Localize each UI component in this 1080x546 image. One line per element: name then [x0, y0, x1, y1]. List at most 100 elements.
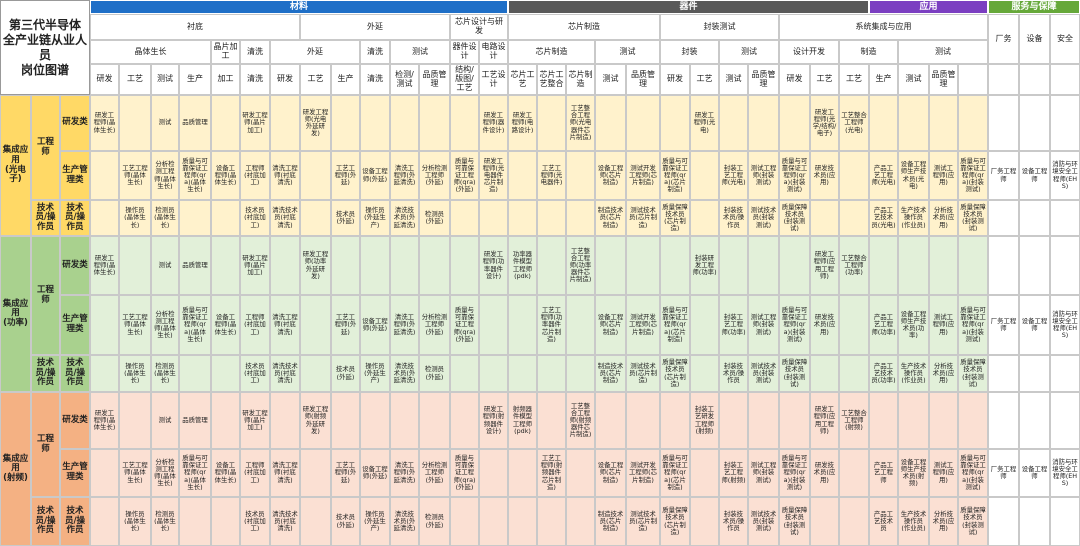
header-column: 工艺 [300, 64, 331, 95]
role-cell: 技术员(衬底加工) [240, 497, 270, 546]
role-cell: 设备工程师生产技术员(功率) [898, 295, 929, 355]
role-cell: 测试开发工程师(芯片制造) [626, 449, 660, 497]
role-cell [537, 236, 566, 295]
role-cell: 技术员(衬底加工) [240, 200, 270, 236]
service-cell [988, 95, 1019, 151]
role-cell [331, 236, 360, 295]
header-subsection: 制造 [839, 40, 898, 64]
service-cell [1050, 236, 1080, 295]
service-header: 设备 [1019, 14, 1050, 64]
row-category: 研发类 [60, 95, 90, 151]
role-cell [90, 497, 119, 546]
role-cell [90, 449, 119, 497]
role-cell [869, 236, 898, 295]
role-cell: 工艺工程师(功率器件芯片制造) [537, 295, 566, 355]
role-cell: 封装技术员/操作员 [719, 200, 748, 236]
role-cell: 研发工程师(应用工程师) [810, 392, 839, 449]
role-cell: 操作员(晶体生长) [119, 355, 151, 392]
role-cell: 分析检测工程师(外延) [419, 151, 450, 200]
header-subsection: 芯片制造 [508, 40, 595, 64]
role-cell: 制造技术员(芯片制造) [595, 200, 626, 236]
header-column: 工艺 [839, 64, 869, 95]
role-cell [390, 95, 419, 151]
engineer-label: 工程师 [31, 392, 60, 497]
category-band: 应用 [869, 0, 988, 14]
role-cell: 研发工程师(功率外延研发) [300, 236, 331, 295]
role-cell: 分析检测工程师(外延) [419, 449, 450, 497]
role-cell: 研发工程师(晶体生长) [90, 392, 119, 449]
role-cell: 测试技术员(封装测试) [748, 497, 779, 546]
role-cell [360, 95, 390, 151]
role-cell [719, 236, 748, 295]
role-cell [626, 95, 660, 151]
header-column: 生产 [331, 64, 360, 95]
role-cell: 功率器件模型工程师(pdk) [508, 236, 537, 295]
role-cell: 工艺整合工程师(射频) [839, 392, 869, 449]
service-cell [1050, 95, 1080, 151]
row-category: 研发类 [60, 392, 90, 449]
role-cell: 清洗工程师(衬底清洗) [270, 449, 300, 497]
row-category: 技术员/操作员 [60, 200, 90, 236]
tech-label: 技术员/操作员 [31, 355, 60, 392]
role-cell [719, 392, 748, 449]
zone-label: 集成应用 (光电子) [0, 95, 31, 236]
role-cell [929, 95, 958, 151]
header-section: 系统集成与应用 [779, 14, 988, 40]
role-cell: 产品工艺工程师(光电) [869, 151, 898, 200]
role-cell: 设备工程师(晶体生长) [211, 449, 240, 497]
header-column: 测试 [151, 64, 179, 95]
role-cell: 工艺工程师(外延) [331, 449, 360, 497]
service-cell: 厂务工程师 [988, 151, 1019, 200]
role-cell: 工艺工程师(外延) [331, 151, 360, 200]
role-cell: 技术员(外延) [331, 200, 360, 236]
role-cell [331, 392, 360, 449]
role-cell [479, 200, 508, 236]
header-column: 研发 [270, 64, 300, 95]
role-cell: 制造技术员(芯片制造) [595, 355, 626, 392]
role-cell: 质量保障技术员(封装测试) [958, 355, 988, 392]
header-column: 检测/测试 [390, 64, 419, 95]
role-cell: 技术员(衬底加工) [240, 355, 270, 392]
role-cell: 封装工艺工程师(功率) [719, 295, 748, 355]
role-cell [300, 151, 331, 200]
role-cell: 产品工艺工程师(功率) [869, 295, 898, 355]
role-cell: 研发工程师(光电器件芯片制造) [479, 151, 508, 200]
header-subsection: 设计开发 [779, 40, 839, 64]
role-cell: 工艺整合工程师(光电) [839, 95, 869, 151]
role-cell [566, 497, 595, 546]
role-cell [119, 236, 151, 295]
role-cell: 封装工艺工程师(射频) [719, 449, 748, 497]
category-band: 器件 [508, 0, 869, 14]
role-cell: 清洗技术员(外延清洗) [390, 355, 419, 392]
role-cell: 工艺整合工程师(功率器件芯片制造) [566, 236, 595, 295]
role-cell: 工艺工程师(晶体生长) [119, 151, 151, 200]
role-cell [331, 95, 360, 151]
role-cell [537, 392, 566, 449]
role-cell: 测试 [151, 95, 179, 151]
role-cell: 设备工程师(外延) [360, 295, 390, 355]
role-cell: 操作员(外延生产) [360, 200, 390, 236]
role-cell [360, 236, 390, 295]
service-cell: 设备工程师 [1019, 449, 1050, 497]
role-cell [595, 236, 626, 295]
service-cell [988, 392, 1019, 449]
header-subsection: 测试 [390, 40, 450, 64]
role-cell: 质量与可靠保证工程师(qra)(封装测试) [958, 295, 988, 355]
role-cell: 质量与可靠保证工程师(qra)(外延) [450, 295, 479, 355]
role-cell [450, 392, 479, 449]
role-cell [211, 236, 240, 295]
role-cell: 测试开发工程师(芯片制造) [626, 295, 660, 355]
header-subsection: 清洗 [360, 40, 390, 64]
role-cell: 研发技术员(应用) [810, 449, 839, 497]
role-cell: 研发工程师(光电外延研发) [300, 95, 331, 151]
header-column: 工艺 [690, 64, 719, 95]
header-section: 外延 [300, 14, 450, 40]
engineer-label: 工程师 [31, 95, 60, 200]
header-column: 测试 [898, 64, 929, 95]
role-cell [508, 200, 537, 236]
role-cell [595, 95, 626, 151]
row-category: 技术员/操作员 [60, 497, 90, 546]
header-column: 工艺 [810, 64, 839, 95]
role-cell: 设备工程师生产技术员(光电) [898, 151, 929, 200]
header-column: 研发 [660, 64, 690, 95]
